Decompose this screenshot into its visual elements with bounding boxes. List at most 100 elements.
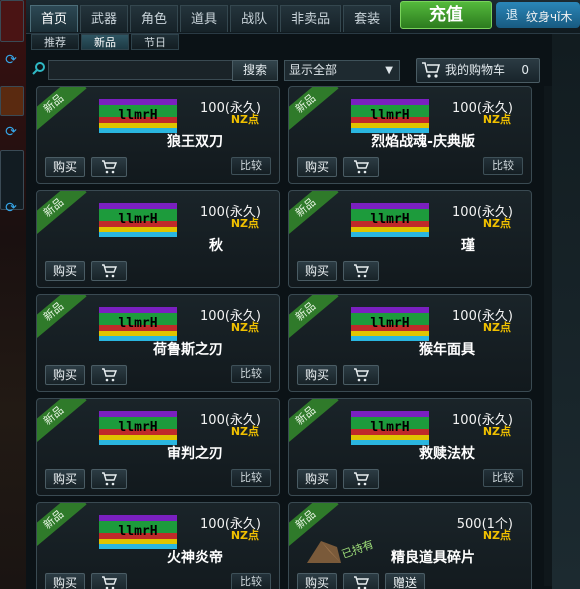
svg-text:llmrH: llmrH — [118, 524, 157, 539]
tab-home[interactable]: 首页 — [30, 5, 79, 32]
new-badge: 新品 — [289, 191, 339, 238]
filter-dropdown[interactable]: 显示全部 ▼ — [284, 60, 400, 81]
chevron-down-icon: ▼ — [385, 65, 393, 76]
new-badge: 新品 — [37, 191, 87, 238]
item-thumbnail: llmrH — [99, 203, 177, 237]
item-card[interactable]: 新品 llmrH 100(永久) NZ点 烈焰战魂-庆典版 购买 比较 — [288, 86, 532, 184]
tab-characters[interactable]: 角色 — [130, 5, 179, 32]
compare-button[interactable]: 比较 — [231, 157, 271, 175]
add-to-cart-button[interactable] — [91, 157, 127, 177]
search-input[interactable] — [48, 60, 254, 80]
item-name: 荷鲁斯之刃 — [153, 342, 223, 358]
svg-text:llmrH: llmrH — [370, 316, 409, 331]
filter-selected-label: 显示全部 — [289, 63, 338, 77]
item-card[interactable]: 新品 llmrH 100(永久) NZ点瑾购买 — [288, 190, 532, 288]
item-name: 瑾 — [461, 238, 475, 254]
item-name: 猴年面具 — [419, 342, 475, 358]
svg-text:llmrH: llmrH — [370, 420, 409, 435]
add-to-cart-button[interactable] — [343, 365, 379, 385]
subtab-new[interactable]: 新品 — [81, 34, 129, 50]
item-card[interactable]: 新品 llmrH 100(永久) NZ点 荷鲁斯之刃 购买 比较 — [36, 294, 280, 392]
item-thumbnail: llmrH — [99, 307, 177, 341]
add-to-cart-button[interactable] — [91, 261, 127, 281]
add-to-cart-button[interactable] — [343, 573, 379, 589]
buy-button[interactable]: 购买 — [297, 261, 337, 281]
currency-label: NZ点 — [230, 321, 259, 334]
item-card[interactable]: 新品 已持有 500(1个) NZ点 精良道具碎片 购买 赠送 — [288, 502, 532, 589]
currency-label: NZ点 — [230, 529, 259, 542]
item-card[interactable]: 新品 llmrH 100(永久) NZ点 火神炎帝 购买 比较 — [36, 502, 280, 589]
new-badge: 新品 — [37, 503, 87, 550]
item-card[interactable]: 新品 llmrH 100(永久) NZ点 猴年面具 购买 — [288, 294, 532, 392]
new-badge: 新品 — [37, 87, 87, 134]
buy-button[interactable]: 购买 — [297, 573, 337, 589]
recharge-button[interactable]: 充值 — [400, 1, 492, 29]
buy-button[interactable]: 购买 — [297, 157, 337, 177]
buy-button[interactable]: 购买 — [45, 365, 85, 385]
gift-button[interactable]: 赠送 — [385, 573, 425, 589]
buy-button[interactable]: 购买 — [45, 157, 85, 177]
buy-button[interactable]: 购买 — [297, 469, 337, 489]
buy-button[interactable]: 购买 — [45, 469, 85, 489]
top-nav-bar: 首页 武器 角色 道具 战队 非卖品 套装 充值 退 纹身чǐ木 — [26, 0, 580, 34]
search-row: 搜索 显示全部 ▼ 我的购物车 0 — [26, 56, 580, 84]
refresh-icon[interactable]: ⟳ — [2, 200, 20, 216]
svg-text:llmrH: llmrH — [370, 108, 409, 123]
item-name: 秋 — [209, 238, 223, 254]
item-card[interactable]: 新品 llmrH 100(永久) NZ点秋购买 — [36, 190, 280, 288]
currency-label: NZ点 — [482, 321, 511, 334]
item-thumbnail: llmrH — [351, 99, 429, 133]
compare-button[interactable]: 比较 — [231, 365, 271, 383]
subtab-festival[interactable]: 节日 — [131, 34, 179, 50]
tab-weapons[interactable]: 武器 — [80, 5, 129, 32]
buy-button[interactable]: 购买 — [45, 261, 85, 281]
cart-label: 我的购物车 — [445, 63, 506, 77]
right-background — [552, 34, 580, 589]
add-to-cart-button[interactable] — [343, 157, 379, 177]
new-badge: 新品 — [289, 295, 339, 342]
add-to-cart-button[interactable] — [343, 469, 379, 489]
tab-props[interactable]: 道具 — [180, 5, 229, 32]
side-thumbnail[interactable] — [0, 0, 24, 42]
item-card[interactable]: 新品 llmrH 100(永久) NZ点 狼王双刀 购买 比较 — [36, 86, 280, 184]
new-badge: 新品 — [289, 399, 339, 446]
cart-button[interactable]: 我的购物车 0 — [416, 58, 540, 83]
item-card[interactable]: 新品 llmrH 100(永久) NZ点 审判之刃 购买 比较 — [36, 398, 280, 496]
add-to-cart-button[interactable] — [91, 365, 127, 385]
buy-button[interactable]: 购买 — [297, 365, 337, 385]
tab-not-for-sale[interactable]: 非卖品 — [280, 5, 342, 32]
new-badge: 新品 — [37, 399, 87, 446]
item-card[interactable]: 新品 llmrH 100(永久) NZ点 救赎法杖 购买 比较 — [288, 398, 532, 496]
tab-clan[interactable]: 战队 — [230, 5, 279, 32]
item-name: 烈焰战魂-庆典版 — [371, 134, 475, 150]
compare-button[interactable]: 比较 — [231, 573, 271, 589]
buy-button[interactable]: 购买 — [45, 573, 85, 589]
svg-text:llmrH: llmrH — [370, 212, 409, 227]
compare-button[interactable]: 比较 — [483, 157, 523, 175]
refresh-icon[interactable]: ⟳ — [2, 124, 20, 140]
item-thumbnail: llmrH — [351, 203, 429, 237]
side-thumbnail[interactable] — [0, 86, 24, 116]
svg-text:llmrH: llmrH — [118, 316, 157, 331]
cart-icon — [422, 62, 441, 78]
currency-label: NZ点 — [482, 425, 511, 438]
search-button[interactable]: 搜索 — [232, 60, 278, 81]
compare-button[interactable]: 比较 — [483, 469, 523, 487]
subtab-recommended[interactable]: 推荐 — [31, 34, 79, 50]
add-to-cart-button[interactable] — [91, 573, 127, 589]
cart-count: 0 — [521, 63, 529, 77]
compare-button[interactable]: 比较 — [231, 469, 271, 487]
refresh-icon[interactable]: ⟳ — [2, 52, 20, 68]
scrollbar[interactable] — [544, 86, 552, 586]
add-to-cart-button[interactable] — [91, 469, 127, 489]
item-name: 火神炎帝 — [167, 550, 223, 566]
tab-sets[interactable]: 套装 — [343, 5, 392, 32]
new-badge: 新品 — [289, 87, 339, 134]
currency-label: NZ点 — [230, 113, 259, 126]
sub-tabs: 推荐 新品 节日 — [31, 34, 181, 50]
category-tabs: 首页 武器 角色 道具 战队 非卖品 套装 — [30, 5, 393, 32]
add-to-cart-button[interactable] — [343, 261, 379, 281]
currency-label: NZ点 — [482, 113, 511, 126]
item-thumbnail: llmrH — [99, 99, 177, 133]
watermark-text: 纹身чǐ木 — [526, 10, 573, 24]
